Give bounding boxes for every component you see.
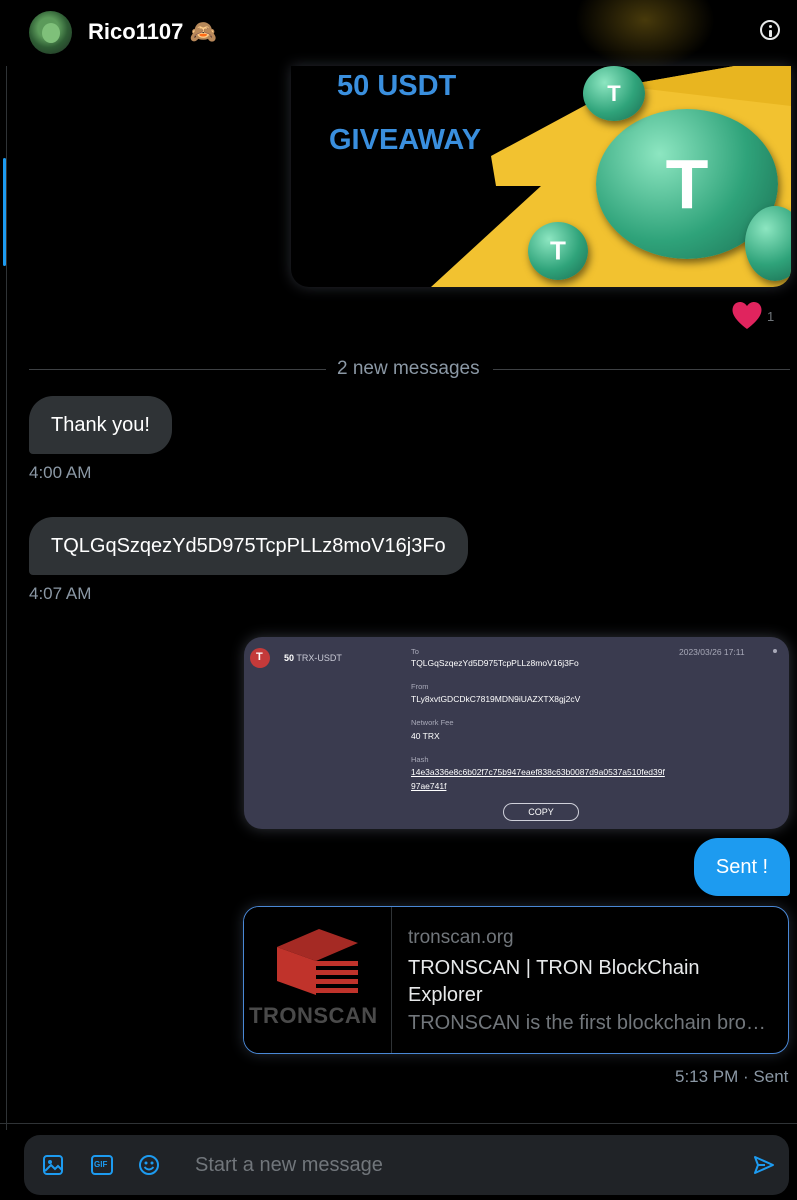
giveaway-image[interactable]: 50 USDT GIVEAWAY T T T [291, 66, 791, 287]
heart-icon [732, 301, 762, 329]
tx-hash-line1[interactable]: 14e3a336e8c6b02f7c75b947eaef838c63b0087d… [411, 767, 665, 777]
tx-fee-value: 40 TRX [411, 731, 440, 741]
message-bubble[interactable]: Thank you! [29, 396, 172, 454]
tron-token-icon: T [250, 648, 270, 668]
message-bubble[interactable]: TQLGqSzqezYd5D975TcpPLLz8moV16j3Fo [29, 517, 468, 575]
tx-amount-value: 50 [284, 653, 295, 663]
scroll-indicator[interactable] [3, 158, 6, 266]
info-icon-bar [768, 29, 772, 37]
tx-fee-label: Network Fee [411, 718, 454, 727]
coin-symbol: T [665, 145, 709, 223]
giveaway-line1: 50 USDT [337, 70, 457, 102]
tron-token-glyph: T [256, 651, 263, 663]
usdt-coin-top: T [583, 66, 645, 121]
link-thumbnail: TRONSCAN [244, 907, 392, 1053]
heart-reaction[interactable]: 1 [731, 300, 774, 335]
tx-from-label: From [411, 682, 429, 691]
emoji-icon[interactable] [138, 1154, 160, 1176]
image-icon[interactable] [42, 1154, 64, 1176]
tx-menu-icon[interactable] [773, 649, 777, 653]
link-domain: tronscan.org [408, 927, 514, 948]
gif-label: GIF [94, 1160, 108, 1169]
divider-right [493, 369, 790, 370]
giveaway-line2: GIVEAWAY [329, 124, 482, 156]
tx-date: 2023/03/26 17:11 [679, 647, 745, 657]
message-input[interactable]: Start a new message [195, 1154, 383, 1177]
info-icon[interactable] [760, 20, 780, 40]
coin-symbol: T [607, 80, 621, 106]
link-preview-card[interactable]: TRONSCAN tronscan.org TRONSCAN | TRON Bl… [243, 906, 789, 1054]
message-timestamp: 4:00 AM [29, 463, 92, 482]
info-icon-dot [768, 25, 772, 28]
conversation-header: Rico1107 🙈 [0, 0, 797, 70]
transaction-screenshot[interactable]: T 50 TRX-USDT 2023/03/26 17:11 To TQLGqS… [244, 637, 789, 829]
sent-status: 5:13 PM · Sent [675, 1067, 789, 1086]
send-icon[interactable] [753, 1154, 775, 1176]
usdt-coin-small: T [528, 222, 588, 280]
copy-button[interactable]: COPY [503, 803, 579, 821]
new-messages-divider: 2 new messages [337, 358, 480, 379]
composer-divider [0, 1123, 797, 1124]
tx-from-value: TLy8xvtGDCDkC7819MDN9iUAZXTX8gj2cV [411, 694, 581, 704]
link-description: TRONSCAN is the first blockchain bro… [408, 1012, 766, 1034]
tx-to-value: TQLGqSzqezYd5D975TcpPLLz8moV16j3Fo [411, 658, 579, 668]
message-timestamp: 4:07 AM [29, 584, 92, 603]
tx-token: TRX-USDT [296, 653, 342, 663]
reaction-count: 1 [767, 309, 775, 324]
sent-message-bubble[interactable]: Sent ! [694, 838, 790, 896]
message-composer: GIF Start a new message [24, 1135, 789, 1195]
tronscan-logo-icon [277, 929, 358, 995]
gif-icon[interactable]: GIF [91, 1155, 113, 1175]
avatar[interactable] [29, 11, 72, 54]
avatar-face [42, 23, 60, 43]
conversation-username[interactable]: Rico1107 🙈 [88, 19, 217, 45]
tx-to-label: To [411, 647, 419, 656]
link-title: TRONSCAN | TRON BlockChain Explorer [408, 957, 700, 1006]
tx-amount: 50 TRX-USDT [284, 653, 342, 663]
coin-symbol: T [550, 235, 566, 266]
tx-hash-label: Hash [411, 755, 429, 764]
tronscan-wordmark: TRONSCAN [249, 1003, 378, 1028]
left-border [6, 0, 7, 1130]
tx-hash-line2[interactable]: 97ae741f [411, 781, 446, 791]
header-glow [575, 0, 715, 70]
divider-left [29, 369, 326, 370]
